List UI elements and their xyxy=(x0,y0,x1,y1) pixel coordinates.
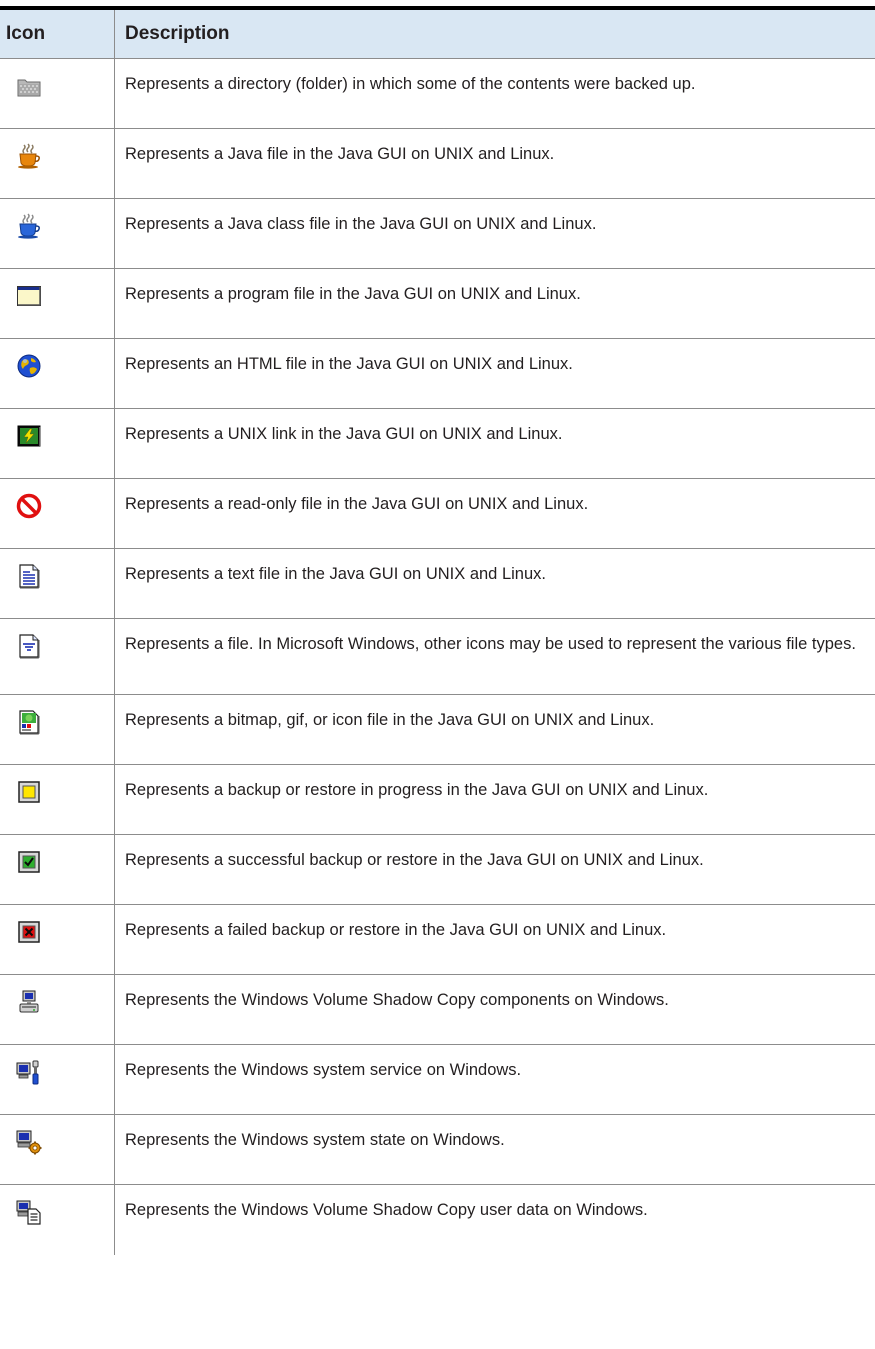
table-row: Represents a backup or restore in progre… xyxy=(0,764,875,835)
table-row: Represents the Windows Volume Shadow Cop… xyxy=(0,974,875,1045)
table-row: Represents the Windows system service on… xyxy=(0,1044,875,1115)
table-header-row: Icon Description xyxy=(0,8,875,59)
description-cell: Represents a backup or restore in progre… xyxy=(114,764,875,835)
description-cell: Represents a directory (folder) in which… xyxy=(114,58,875,129)
description-cell: Represents the Windows system state on W… xyxy=(114,1114,875,1185)
image-file-icon xyxy=(19,710,40,735)
table-row: Represents a UNIX link in the Java GUI o… xyxy=(0,408,875,479)
description-cell: Represents the Windows system service on… xyxy=(114,1044,875,1115)
icon-cell xyxy=(0,904,115,975)
description-cell: Represents a Java class file in the Java… xyxy=(114,198,875,269)
in-progress-icon xyxy=(18,781,40,803)
java-class-file-icon xyxy=(18,213,40,239)
icon-cell xyxy=(0,128,115,199)
java-file-icon xyxy=(18,143,40,169)
text-file-icon xyxy=(19,564,40,589)
icon-cell xyxy=(0,1044,115,1115)
icon-cell xyxy=(0,338,115,409)
system-service-icon xyxy=(16,1060,39,1085)
partial-folder-icon xyxy=(17,79,41,97)
icon-column-header: Icon xyxy=(0,8,115,59)
icon-cell xyxy=(0,1114,115,1185)
icon-cell xyxy=(0,764,115,835)
read-only-file-icon xyxy=(16,493,42,519)
table-row: Represents a Java file in the Java GUI o… xyxy=(0,128,875,199)
icon-cell xyxy=(0,974,115,1045)
html-file-globe-icon xyxy=(17,354,41,378)
description-cell: Represents a text file in the Java GUI o… xyxy=(114,548,875,619)
description-cell: Represents the Windows Volume Shadow Cop… xyxy=(114,1184,875,1255)
generic-file-icon xyxy=(19,634,40,659)
vss-components-icon xyxy=(19,990,39,1013)
table-row: Represents a Java class file in the Java… xyxy=(0,198,875,269)
failed-icon xyxy=(18,921,40,943)
description-cell: Represents the Windows Volume Shadow Cop… xyxy=(114,974,875,1045)
table-header: Icon Description xyxy=(0,8,875,59)
description-cell: Represents a program file in the Java GU… xyxy=(114,268,875,339)
description-cell: Represents an HTML file in the Java GUI … xyxy=(114,338,875,409)
description-cell: Represents a file. In Microsoft Windows,… xyxy=(114,618,875,695)
vss-user-data-icon xyxy=(16,1200,41,1225)
icon-cell xyxy=(0,408,115,479)
table-row: Represents a file. In Microsoft Windows,… xyxy=(0,618,875,695)
system-state-icon xyxy=(16,1130,42,1155)
description-cell: Represents a Java file in the Java GUI o… xyxy=(114,128,875,199)
unix-link-icon xyxy=(17,425,41,447)
table-row: Represents the Windows Volume Shadow Cop… xyxy=(0,1184,875,1255)
success-icon xyxy=(18,851,40,873)
icon-cell xyxy=(0,268,115,339)
icon-cell xyxy=(0,478,115,549)
description-column-header: Description xyxy=(125,23,230,44)
description-cell: Represents a read-only file in the Java … xyxy=(114,478,875,549)
icon-cell xyxy=(0,694,115,765)
icon-cell xyxy=(0,834,115,905)
description-cell: Represents a bitmap, gif, or icon file i… xyxy=(114,694,875,765)
description-cell: Represents a successful backup or restor… xyxy=(114,834,875,905)
table-row: Represents a program file in the Java GU… xyxy=(0,268,875,339)
icon-cell xyxy=(0,58,115,129)
description-cell: Represents a UNIX link in the Java GUI o… xyxy=(114,408,875,479)
icon-cell xyxy=(0,1184,115,1255)
table-row: Represents a text file in the Java GUI o… xyxy=(0,548,875,619)
table-row: Represents an HTML file in the Java GUI … xyxy=(0,338,875,409)
icon-cell xyxy=(0,548,115,619)
icon-cell xyxy=(0,198,115,269)
description-cell: Represents a failed backup or restore in… xyxy=(114,904,875,975)
table-row: Represents a directory (folder) in which… xyxy=(0,58,875,129)
table-body: Represents a directory (folder) in which… xyxy=(0,58,875,1255)
table-row: Represents a bitmap, gif, or icon file i… xyxy=(0,694,875,765)
table-row: Represents a successful backup or restor… xyxy=(0,834,875,905)
table-row: Represents a read-only file in the Java … xyxy=(0,478,875,549)
icon-description-table: Icon Description Represents a directory … xyxy=(0,6,875,1255)
icon-cell xyxy=(0,618,115,695)
program-file-icon xyxy=(17,286,41,306)
table-row: Represents the Windows system state on W… xyxy=(0,1114,875,1185)
table-row: Represents a failed backup or restore in… xyxy=(0,904,875,975)
